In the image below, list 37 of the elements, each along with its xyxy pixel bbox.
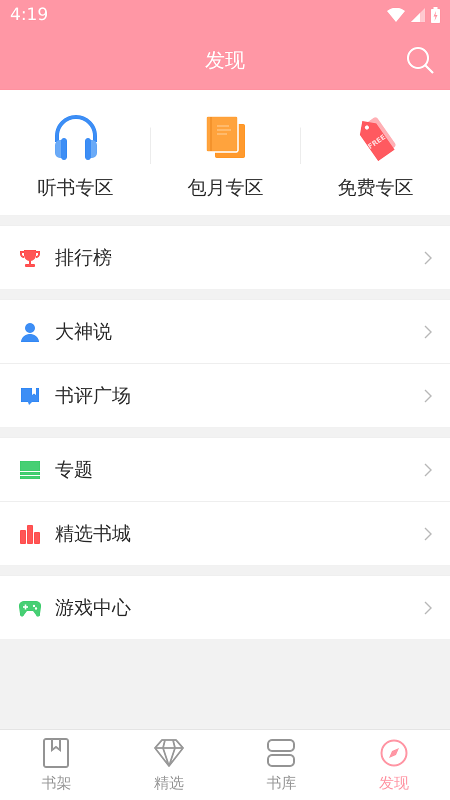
stacked-bars-icon — [20, 460, 40, 480]
menu-label: 大神说 — [55, 320, 113, 344]
menu-row[interactable]: 排行榜 — [0, 225, 450, 289]
diamond-icon — [154, 738, 184, 766]
clock-time: 4:19 — [10, 5, 48, 25]
menu-label: 书评广场 — [55, 384, 132, 408]
menu-row[interactable]: 大神说 — [0, 299, 450, 363]
menu-label: 精选书城 — [55, 522, 132, 546]
category-label[interactable]: 听书专区 — [38, 175, 114, 201]
signal-icon — [411, 8, 425, 22]
books-shelf-icon — [20, 524, 40, 544]
chevron-right-icon — [424, 324, 432, 338]
menu-label: 游戏中心 — [55, 596, 132, 620]
menu-row[interactable]: 精选书城 — [0, 501, 450, 565]
chevron-right-icon — [424, 462, 432, 476]
book-icon — [20, 386, 40, 406]
category-label[interactable]: 免费专区 — [338, 175, 414, 201]
person-icon — [20, 322, 40, 342]
menu-label: 专题 — [55, 458, 94, 482]
menu-label: 排行榜 — [55, 246, 113, 270]
battery-icon — [431, 7, 440, 23]
blocks-icon — [267, 738, 296, 766]
chevron-right-icon — [424, 600, 432, 614]
chevron-right-icon — [424, 388, 432, 402]
gamepad-icon — [19, 598, 41, 616]
page-title: 发现 — [205, 46, 245, 74]
menu-row[interactable]: 专题 — [0, 437, 450, 501]
compass-icon — [380, 738, 408, 766]
wifi-icon — [387, 8, 405, 22]
chevron-right-icon — [424, 250, 432, 264]
menu-row[interactable]: 书评广场 — [0, 363, 450, 427]
chevron-right-icon — [424, 526, 432, 540]
trophy-icon — [20, 248, 40, 268]
category-label[interactable]: 包月专区 — [188, 175, 264, 201]
book-icon — [43, 738, 70, 768]
search-icon[interactable] — [406, 46, 434, 74]
menu-row[interactable]: 游戏中心 — [0, 575, 450, 639]
